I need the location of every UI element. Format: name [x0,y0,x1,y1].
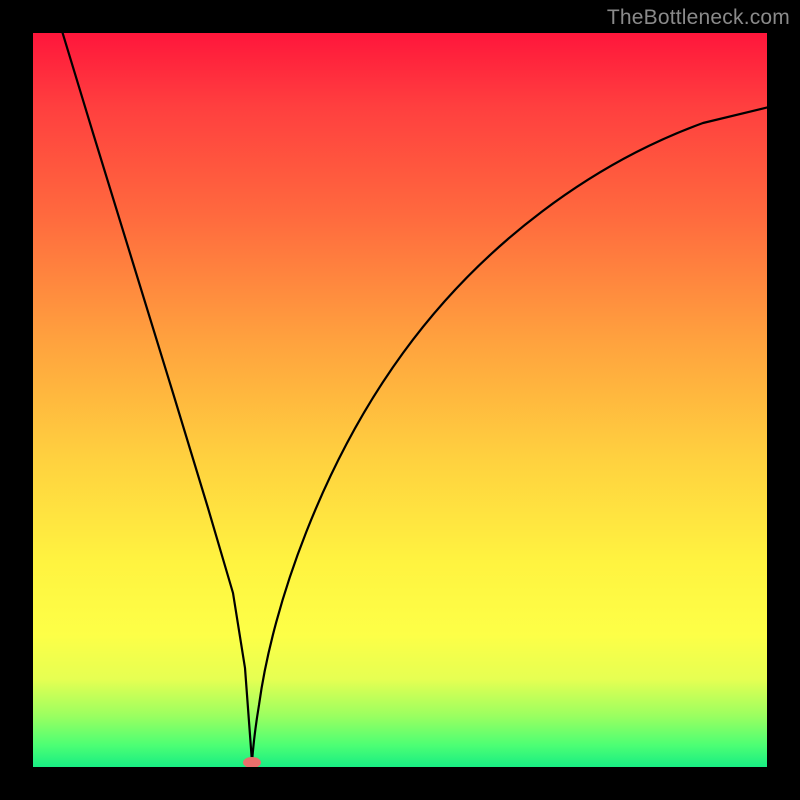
plot-area [33,33,767,767]
vertex-marker [243,757,261,767]
chart-frame: TheBottleneck.com [0,0,800,800]
watermark-text: TheBottleneck.com [607,6,790,30]
bottleneck-curve [33,33,767,767]
curve-path [62,33,767,762]
